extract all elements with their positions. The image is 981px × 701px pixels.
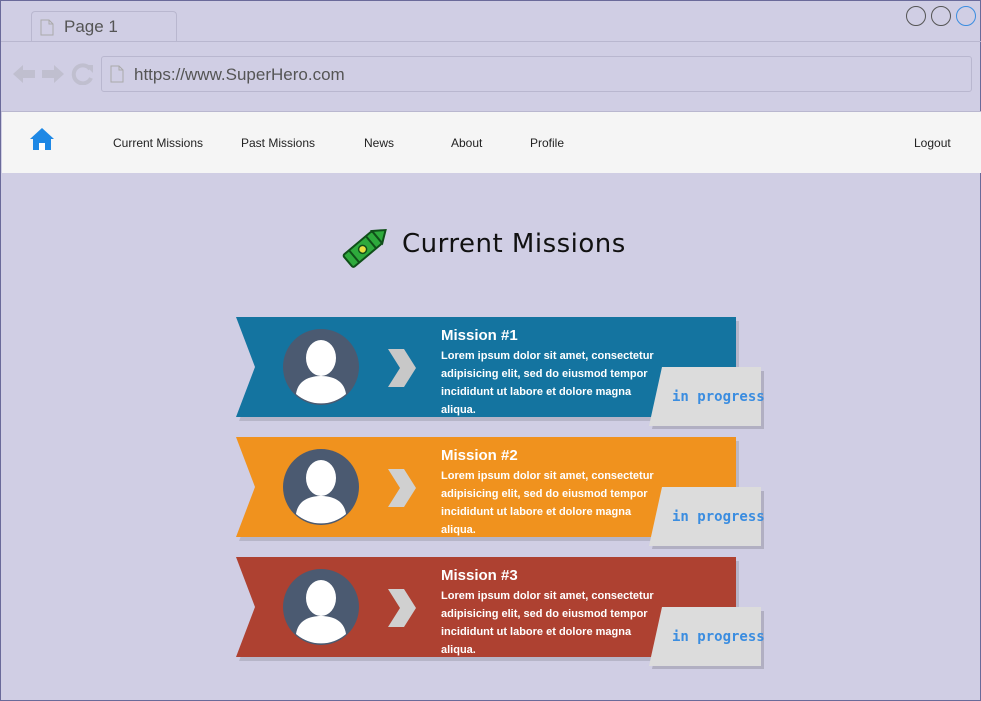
tab-title: Page 1 [64,17,118,36]
crayon-icon [342,228,387,268]
nav-past-missions[interactable]: Past Missions [241,136,315,150]
user-avatar-icon [283,329,359,405]
status-badge: in progress [672,509,765,525]
mission-title: Mission #1 [441,327,518,344]
nav-profile[interactable]: Profile [530,136,564,150]
tab-divider [1,41,981,42]
mission-title: Mission #2 [441,447,518,464]
user-avatar-icon [283,449,359,525]
window-button-minimize[interactable] [906,6,926,26]
mission-card-1[interactable]: Mission #1 Lorem ipsum dolor sit amet, c… [236,317,766,432]
nav-about[interactable]: About [451,136,482,150]
url-text: https://www.SuperHero.com [134,65,345,84]
mission-card-3[interactable]: Mission #3 Lorem ipsum dolor sit amet, c… [236,557,766,672]
address-bar[interactable]: https://www.SuperHero.com [101,56,972,92]
status-badge: in progress [672,389,765,405]
user-avatar-icon [283,569,359,645]
mission-description: Lorem ipsum dolor sit amet, consectetur … [441,350,654,416]
browser-window: Page 1 https://www.SuperHero.com Current… [0,0,981,701]
browser-tab[interactable]: Page 1 [31,11,177,42]
home-icon[interactable] [29,126,55,152]
page-icon [110,65,124,83]
page-title: Current Missions [402,229,626,259]
back-arrow-icon[interactable] [12,63,36,85]
mission-description: Lorem ipsum dolor sit amet, consectetur … [441,590,654,656]
chevron-right-icon [388,469,416,507]
chevron-right-icon [388,349,416,387]
nav-logout[interactable]: Logout [914,136,951,150]
mission-card-2[interactable]: Mission #2 Lorem ipsum dolor sit amet, c… [236,437,766,552]
window-button-maximize[interactable] [931,6,951,26]
page-icon [40,19,54,36]
window-button-close[interactable] [956,6,976,26]
refresh-icon[interactable] [71,63,95,85]
nav-news[interactable]: News [364,136,394,150]
mission-title: Mission #3 [441,567,518,584]
nav-current-missions[interactable]: Current Missions [113,136,203,150]
app-navbar: Current Missions Past Missions News Abou… [2,112,981,173]
forward-arrow-icon[interactable] [41,63,65,85]
chevron-right-icon [388,589,416,627]
mission-description: Lorem ipsum dolor sit amet, consectetur … [441,470,654,536]
status-badge: in progress [672,629,765,645]
